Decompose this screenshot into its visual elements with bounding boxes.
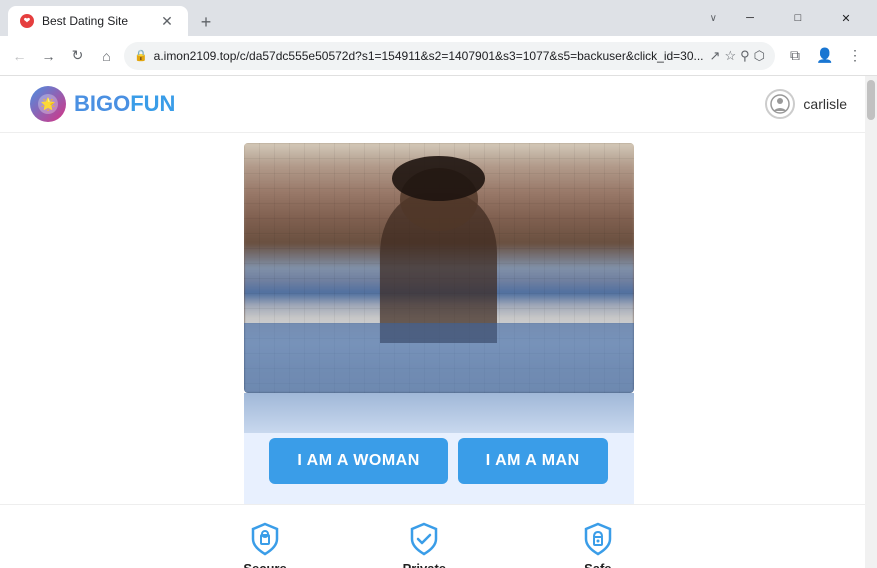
tab-close-button[interactable]: ✕ [158, 12, 176, 30]
badge-secure: Secure We use 256 bit Encription [202, 521, 327, 568]
close-button[interactable]: ✕ [823, 2, 869, 34]
username-text: carlisle [803, 96, 847, 112]
i-am-woman-button[interactable]: I AM A WOMAN [269, 438, 447, 484]
address-right-icons: ↗ ☆ ⚲ ⬡ [710, 48, 765, 64]
user-circle-icon [765, 89, 795, 119]
tab-bar: ❤ Best Dating Site ✕ + [8, 0, 708, 36]
address-bar[interactable]: 🔒 a.imon2109.top/c/da57dc555e50572d?s1=1… [124, 42, 775, 70]
window-controls: ─ □ ✕ [727, 2, 869, 34]
back-button[interactable]: ← [8, 42, 31, 70]
window-chevron-area: ∨ [708, 9, 719, 28]
i-am-man-button[interactable]: I AM A MAN [458, 438, 608, 484]
nav-right-icons: ⧉ 👤 ⋮ [781, 42, 869, 70]
svg-text:🌟: 🌟 [41, 97, 56, 111]
page-inner: 🌟 BIGOFUN carlisle [0, 76, 877, 568]
image-bottom-blue [244, 323, 634, 393]
logo-suffix: FUN [130, 91, 175, 116]
private-title: Private [403, 561, 446, 568]
site-header: 🌟 BIGOFUN carlisle [0, 76, 877, 133]
scrollbar-track[interactable] [865, 76, 877, 568]
logo-area: 🌟 BIGOFUN [30, 86, 175, 122]
bookmark-icon[interactable]: ☆ [724, 48, 736, 64]
url-text: a.imon2109.top/c/da57dc555e50572d?s1=154… [154, 49, 704, 63]
logo-prefix: BIGO [74, 91, 130, 116]
chrome-window: ❤ Best Dating Site ✕ + ∨ ─ □ ✕ ← → ↻ ⌂ 🔒… [0, 0, 877, 568]
page-content: 🌟 BIGOFUN carlisle [0, 76, 877, 568]
forward-button[interactable]: → [37, 42, 60, 70]
nav-bar: ← → ↻ ⌂ 🔒 a.imon2109.top/c/da57dc555e505… [0, 36, 877, 76]
safe-title: Safe [584, 561, 611, 568]
logo-text: BIGOFUN [74, 91, 175, 117]
secure-title: Secure [243, 561, 286, 568]
action-buttons: I AM A WOMAN I AM A MAN [249, 428, 627, 494]
logo-icon: 🌟 [30, 86, 66, 122]
gradient-strip [244, 393, 634, 433]
home-button[interactable]: ⌂ [95, 42, 118, 70]
secure-shield-icon [247, 521, 283, 557]
safe-shield-icon [580, 521, 616, 557]
pixelated-image [244, 143, 634, 393]
tab-favicon: ❤ [20, 14, 34, 28]
title-bar: ❤ Best Dating Site ✕ + ∨ ─ □ ✕ [0, 0, 877, 36]
trust-badges: Secure We use 256 bit Encription Private… [0, 504, 877, 568]
active-tab[interactable]: ❤ Best Dating Site ✕ [8, 6, 188, 36]
minimize-button[interactable]: ─ [727, 2, 773, 34]
scrollbar-thumb[interactable] [867, 80, 875, 120]
new-tab-button[interactable]: + [192, 8, 220, 36]
maximize-button[interactable]: □ [775, 2, 821, 34]
share-icon[interactable]: ↗ [710, 48, 721, 64]
figure-hair [392, 156, 486, 201]
profile-button[interactable]: 👤 [811, 42, 839, 70]
menu-button[interactable]: ⋮ [841, 42, 869, 70]
badge-safe: Safe 100% Safe, Private and Secure [521, 521, 674, 568]
user-area: carlisle [765, 89, 847, 119]
tab-title: Best Dating Site [42, 14, 128, 28]
badge-private: Private Your Privacy is Guaranteed [358, 521, 492, 568]
chevron-down[interactable]: ∨ [708, 9, 719, 28]
search-icon[interactable]: ⚲ [740, 48, 750, 64]
profile-image-area [244, 143, 634, 393]
reload-button[interactable]: ↻ [66, 42, 89, 70]
extensions-button[interactable]: ⧉ [781, 42, 809, 70]
private-shield-icon [406, 521, 442, 557]
extension-icon[interactable]: ⬡ [754, 48, 765, 64]
bottom-section: I AM A WOMAN I AM A MAN [244, 393, 634, 504]
lock-icon: 🔒 [134, 49, 148, 62]
